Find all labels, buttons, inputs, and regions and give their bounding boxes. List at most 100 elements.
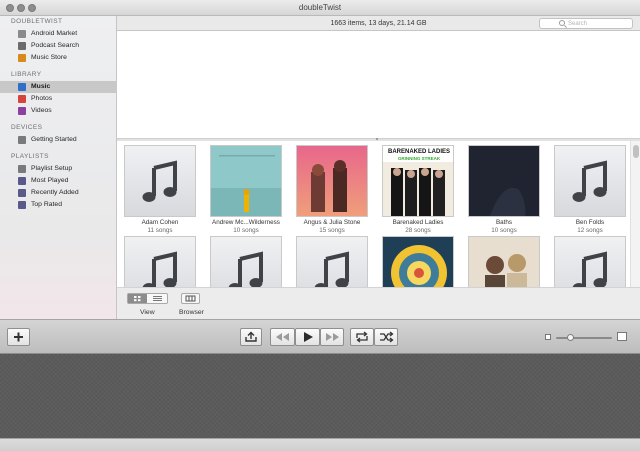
shuffle-button[interactable]	[374, 328, 398, 346]
album-tile[interactable]	[124, 145, 196, 217]
album-art-image	[469, 146, 539, 216]
album-grid: Adam Cohen 11 songs Andrew Mc...Wilderness…	[117, 141, 630, 287]
sidebar-item-label: Top Rated	[31, 201, 62, 208]
repeat-button[interactable]	[350, 328, 374, 346]
album-tile[interactable]	[554, 145, 626, 217]
sidebar-item-videos[interactable]: Videos	[0, 105, 117, 117]
album-song-count: 15 songs	[319, 227, 345, 234]
rewind-button[interactable]	[270, 328, 295, 346]
smart-playlist-icon	[18, 189, 26, 197]
small-thumbnail-icon[interactable]	[545, 334, 551, 340]
playback-toolbar	[0, 319, 640, 354]
play-button[interactable]	[295, 328, 320, 346]
music-note-icon	[228, 251, 263, 287]
sidebar-item-label: Most Played	[31, 177, 69, 184]
videos-icon	[18, 107, 26, 115]
sidebar-item-label: Recently Added	[31, 189, 79, 196]
album-art-image	[211, 146, 281, 216]
album-song-count: 12 songs	[577, 227, 603, 234]
album-tile[interactable]: BARENAKED LADIES GRINNING STREAK	[382, 145, 454, 217]
list-view-icon	[153, 296, 162, 301]
music-icon	[18, 83, 26, 91]
rewind-icon	[276, 333, 289, 341]
search-placeholder: Search	[568, 21, 588, 27]
album-art-image: BARENAKED LADIESGRINNING STREAK	[383, 146, 453, 216]
album-tile[interactable]	[124, 236, 196, 287]
sidebar-item-label: Music	[31, 83, 51, 90]
status-footer	[0, 438, 640, 451]
sidebar-header: DEVICES	[11, 124, 43, 131]
music-note-icon	[572, 251, 607, 287]
sidebar-item-label: Music Store	[31, 54, 67, 61]
scroll-thumb[interactable]	[633, 145, 639, 158]
splitter-grip-icon	[376, 138, 378, 140]
sidebar-item-label: Podcast Search	[31, 42, 79, 49]
browser-toggle-button[interactable]	[181, 293, 200, 304]
album-art-image	[297, 146, 367, 216]
sidebar-header: PLAYLISTS	[11, 153, 49, 160]
add-icon	[14, 332, 23, 342]
search-input[interactable]: Search	[539, 18, 633, 29]
sidebar-item-label: Getting Started	[31, 136, 77, 143]
slider-knob[interactable]	[567, 334, 574, 341]
sidebar-item-getting-started[interactable]: Getting Started	[0, 134, 117, 146]
close-window-button[interactable]	[6, 4, 14, 12]
sidebar: DOUBLETWIST Android Market Podcast Search M…	[0, 16, 117, 319]
sidebar-item-label: Playlist Setup	[31, 165, 73, 172]
sidebar-item-playlist-setup[interactable]: Playlist Setup	[0, 163, 117, 175]
browser-pane	[117, 31, 640, 138]
album-tile[interactable]	[468, 145, 540, 217]
photos-icon	[18, 95, 26, 103]
thumbnail-size-slider[interactable]	[556, 337, 612, 339]
repeat-icon	[356, 331, 368, 343]
library-summary: 1663 items, 13 days, 21.14 GB	[330, 20, 427, 27]
sidebar-item-top-rated[interactable]: Top Rated	[0, 199, 117, 211]
album-art-image	[469, 237, 539, 287]
album-song-count: 10 songs	[491, 227, 517, 234]
sidebar-item-music[interactable]: Music	[0, 81, 117, 93]
music-note-icon	[572, 160, 607, 202]
view-mode-segment	[127, 293, 168, 304]
sidebar-item-recently-added[interactable]: Recently Added	[0, 187, 117, 199]
sidebar-item-android-market[interactable]: Android Market	[0, 28, 117, 40]
album-tile[interactable]	[210, 145, 282, 217]
minimize-window-button[interactable]	[17, 4, 25, 12]
album-art-image	[383, 237, 453, 287]
sidebar-item-label: Android Market	[31, 30, 78, 37]
sidebar-item-photos[interactable]: Photos	[0, 93, 117, 105]
album-tile[interactable]	[296, 236, 368, 287]
title-bar: doubleTwist	[0, 0, 640, 16]
album-tile[interactable]	[468, 236, 540, 287]
album-name: Barenaked Ladies	[392, 219, 444, 226]
fast-forward-icon	[326, 333, 339, 341]
grid-scrollbar[interactable]	[630, 141, 640, 287]
fast-forward-button[interactable]	[320, 328, 344, 346]
playlist-icon	[18, 165, 26, 173]
album-tile[interactable]	[554, 236, 626, 287]
large-thumbnail-icon[interactable]	[617, 332, 627, 341]
album-name: Baths	[495, 219, 513, 226]
view-label: View	[140, 309, 155, 316]
app-window: doubleTwist DOUBLETWIST Android Market Pod…	[0, 0, 640, 451]
sidebar-item-podcast-search[interactable]: Podcast Search	[0, 40, 117, 52]
sidebar-item-label: Photos	[31, 95, 53, 102]
zoom-window-button[interactable]	[28, 4, 36, 12]
album-name: Andrew Mc...Wilderness	[212, 219, 280, 226]
sidebar-item-music-store[interactable]: Music Store	[0, 52, 117, 64]
music-note-icon	[142, 251, 177, 287]
search-icon	[559, 20, 565, 26]
album-song-count: 11 songs	[147, 227, 173, 234]
list-view-button[interactable]	[148, 294, 167, 303]
add-button[interactable]	[7, 328, 30, 346]
album-tile[interactable]	[210, 236, 282, 287]
album-name: Adam Cohen	[141, 219, 179, 226]
grid-view-button[interactable]	[128, 294, 147, 303]
bottom-panel	[0, 354, 640, 438]
android-market-icon	[18, 30, 26, 38]
sidebar-item-most-played[interactable]: Most Played	[0, 175, 117, 187]
album-tile[interactable]	[296, 145, 368, 217]
column-browser-icon	[185, 295, 196, 302]
album-tile[interactable]	[382, 236, 454, 287]
sidebar-header: LIBRARY	[11, 71, 42, 78]
sync-button[interactable]	[240, 328, 262, 346]
